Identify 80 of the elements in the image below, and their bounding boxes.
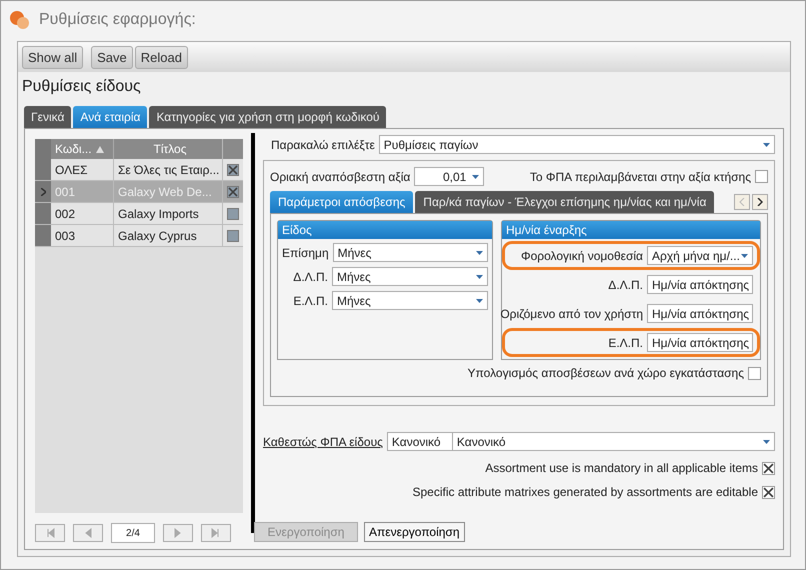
- date-dropdown[interactable]: Αρχή μήνα ημ/...: [647, 246, 753, 265]
- checkbox[interactable]: [227, 208, 240, 220]
- period-dropdown[interactable]: Μήνες: [332, 243, 488, 262]
- checkbox-label: Υπολογισμός αποσβέσεων ανά χώρο εγκατάστασης: [468, 366, 744, 380]
- dropdown-arrow-icon[interactable]: [763, 440, 770, 444]
- chevron-right-icon: [757, 198, 763, 206]
- scroll-right-button[interactable]: [752, 194, 768, 210]
- tab[interactable]: Παράμετροι απόσβεσης: [270, 191, 414, 213]
- field-label: Οριζόμενο από τον χρήστη: [500, 306, 643, 320]
- row-header-corner: [35, 139, 51, 159]
- tab[interactable]: Ανά εταιρία: [73, 106, 148, 128]
- field-label: Οριακή αναπόσβεστη αξία: [270, 170, 410, 184]
- group-title: Είδος: [278, 221, 492, 239]
- table-cell-text: 002: [54, 206, 76, 220]
- tab[interactable]: Γενικά: [24, 106, 72, 128]
- section-heading: Ρυθμίσεις είδους: [21, 77, 142, 97]
- date-dropdown[interactable]: Ημ/νία απόκτησης: [647, 333, 753, 352]
- page-position: 2/4: [111, 523, 155, 543]
- field-label: Ε.Λ.Π.: [293, 294, 328, 308]
- prev-page-icon: [83, 528, 93, 538]
- checkbox-label: Το ΦΠΑ περιλαμβάνεται στην αξία κτήσης: [530, 170, 751, 184]
- app-logo-icon: [9, 10, 31, 30]
- checkbox[interactable]: [227, 230, 240, 242]
- action-button[interactable]: Απενεργοποίηση: [364, 522, 465, 542]
- chevron-left-icon: [739, 198, 745, 206]
- field-label: Παρακαλώ επιλέξτε: [271, 138, 375, 152]
- toolbar-button[interactable]: Reload: [134, 46, 188, 68]
- toolbar-button[interactable]: Show all: [22, 46, 84, 68]
- dropdown-arrow-icon[interactable]: [763, 142, 770, 146]
- table-cell-text: 003: [54, 228, 76, 242]
- period-dropdown[interactable]: Μήνες: [332, 291, 488, 310]
- dropdown-arrow-icon[interactable]: [476, 250, 483, 254]
- checkbox[interactable]: [762, 486, 775, 498]
- last-page-icon: [211, 528, 221, 538]
- table-cell: Σε Όλες τις Εταιρ...: [113, 159, 222, 180]
- field-label: Επίσημη: [282, 246, 329, 260]
- grid-row[interactable]: 002 Galaxy Imports: [35, 203, 244, 225]
- date-dropdown[interactable]: Ημ/νία απόκτησης: [647, 275, 753, 294]
- checkbox[interactable]: [762, 462, 775, 474]
- threshold-field[interactable]: 0,01: [414, 167, 484, 186]
- group-title: Ημ/νία έναρξης: [502, 221, 760, 239]
- table-cell: Galaxy Imports: [113, 203, 222, 224]
- first-page-button[interactable]: [35, 524, 65, 542]
- checkbox[interactable]: [755, 170, 768, 183]
- grid-row[interactable]: 003 Galaxy Cyprus: [35, 225, 244, 247]
- table-cell: Galaxy Web De...: [113, 181, 222, 202]
- first-page-icon: [45, 528, 55, 538]
- row-selector[interactable]: [35, 181, 51, 202]
- field-label: Φορολογική νομοθεσία: [521, 248, 643, 262]
- current-row-icon: [40, 188, 46, 196]
- table-cell: Galaxy Cyprus: [113, 225, 222, 246]
- dropdown-arrow-icon[interactable]: [476, 298, 483, 302]
- prev-page-button[interactable]: [73, 524, 103, 542]
- table-cell-text: 001: [54, 184, 76, 198]
- checkbox[interactable]: [748, 366, 761, 380]
- dropdown-arrow-icon[interactable]: [476, 274, 483, 278]
- next-page-button[interactable]: [163, 524, 193, 542]
- vat-status-dropdown[interactable]: Κανονικό Κανονικό: [386, 432, 775, 451]
- tab[interactable]: Κατηγορίες για χρήση στη μορφή κωδικού: [149, 106, 386, 128]
- date-dropdown[interactable]: Ημ/νία απόκτησης: [647, 304, 753, 323]
- tab[interactable]: Παρ/κά παγίων - Έλεγχοι επίσημης ημ/νίας και ημ/νία: [415, 191, 714, 213]
- checkbox-label: Assortment use is mandatory in all applicable items: [485, 461, 758, 475]
- dropdown-arrow-icon[interactable]: [741, 254, 748, 258]
- grid-row[interactable]: ΟΛΕΣ Σε Όλες τις Εταιρ...: [35, 159, 244, 181]
- sort-icon: [96, 146, 104, 152]
- checkbox[interactable]: [227, 186, 240, 198]
- checkbox[interactable]: [227, 164, 240, 176]
- table-cell-text: ΟΛΕΣ: [54, 162, 89, 176]
- field-label: Δ.Λ.Π.: [608, 278, 643, 292]
- period-dropdown[interactable]: Μήνες: [332, 267, 488, 286]
- field-label: Δ.Λ.Π.: [293, 270, 328, 284]
- toolbar-button[interactable]: Save: [91, 46, 133, 68]
- last-page-button[interactable]: [201, 524, 231, 542]
- settings-dropdown[interactable]: Ρυθμίσεις παγίων: [378, 135, 775, 154]
- field-label: Ε.Λ.Π.: [608, 336, 643, 350]
- checkbox-label: Specific attribute matrixes generated by assortments are editable: [412, 485, 758, 499]
- dropdown-arrow-icon[interactable]: [472, 174, 480, 178]
- field-link[interactable]: Καθεστώς ΦΠΑ είδους: [263, 434, 383, 448]
- next-page-icon: [173, 528, 183, 538]
- window-title: Ρυθμίσεις εφαρμογής:: [39, 11, 196, 29]
